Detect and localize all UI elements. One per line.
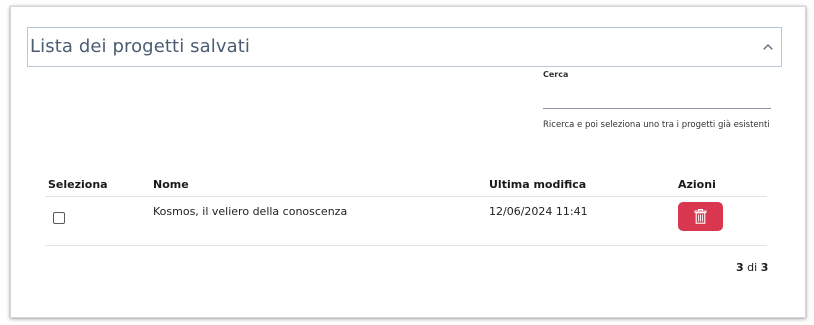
pagination-total: 3 [760,261,769,274]
table-header-divider [45,196,767,197]
pagination-separator: di [747,261,758,274]
search-input[interactable] [543,89,771,109]
search-label: Cerca [543,70,569,79]
accordion-header[interactable]: Lista dei progetti salvati [27,27,782,67]
chevron-up-icon[interactable] [761,39,775,53]
pagination-current: 3 [736,261,744,274]
saved-projects-card: Lista dei progetti salvati Cerca Ricerca… [10,6,806,318]
column-header-actions: Azioni [678,178,716,191]
column-header-modified: Ultima modifica [489,178,587,191]
project-name: Kosmos, il veliero della conoscenza [153,205,348,218]
search-hint: Ricerca e poi seleziona uno tra i proget… [543,120,770,130]
panel-title: Lista dei progetti salvati [30,36,250,57]
delete-project-button[interactable] [678,202,723,231]
column-header-name: Nome [153,178,189,191]
table-row-divider [45,245,767,246]
column-header-select: Seleziona [48,178,108,191]
project-modified-date: 12/06/2024 11:41 [489,205,588,218]
row-select-checkbox[interactable] [53,212,65,224]
pagination-info: 3 di 3 [736,261,768,274]
